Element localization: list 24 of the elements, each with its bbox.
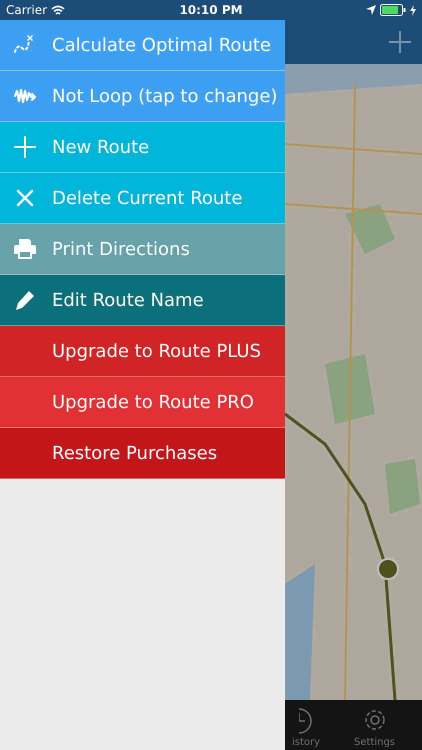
battery-icon bbox=[380, 4, 406, 16]
location-icon bbox=[366, 5, 376, 15]
wifi-icon bbox=[51, 4, 66, 16]
menu-item[interactable]: Delete Current Route bbox=[0, 173, 285, 224]
menu-item[interactable]: Print Directions bbox=[0, 224, 285, 275]
pencil-icon bbox=[14, 289, 36, 311]
menu-item[interactable]: Upgrade to Route PRO bbox=[0, 377, 285, 428]
menu-item[interactable]: Restore Purchases bbox=[0, 428, 285, 479]
plus-icon[interactable] bbox=[388, 30, 412, 54]
menu-item[interactable]: Edit Route Name bbox=[0, 275, 285, 326]
menu-item[interactable]: Calculate Optimal Route bbox=[0, 20, 285, 71]
wave-icon bbox=[13, 87, 37, 105]
carrier-label: Carrier bbox=[6, 3, 48, 17]
menu-item[interactable]: New Route bbox=[0, 122, 285, 173]
menu-item[interactable]: Not Loop (tap to change) bbox=[0, 71, 285, 122]
tab-item[interactable]: istory bbox=[285, 700, 327, 750]
clock-time: 10:10 PM bbox=[179, 3, 243, 17]
charging-icon bbox=[410, 4, 416, 16]
printer-icon bbox=[13, 238, 37, 260]
tab-item[interactable]: Settings bbox=[327, 700, 422, 750]
close-icon bbox=[16, 189, 34, 207]
clock-icon bbox=[299, 707, 313, 735]
menu-item[interactable]: Upgrade to Route PLUS bbox=[0, 326, 285, 377]
plus-icon bbox=[14, 136, 36, 158]
